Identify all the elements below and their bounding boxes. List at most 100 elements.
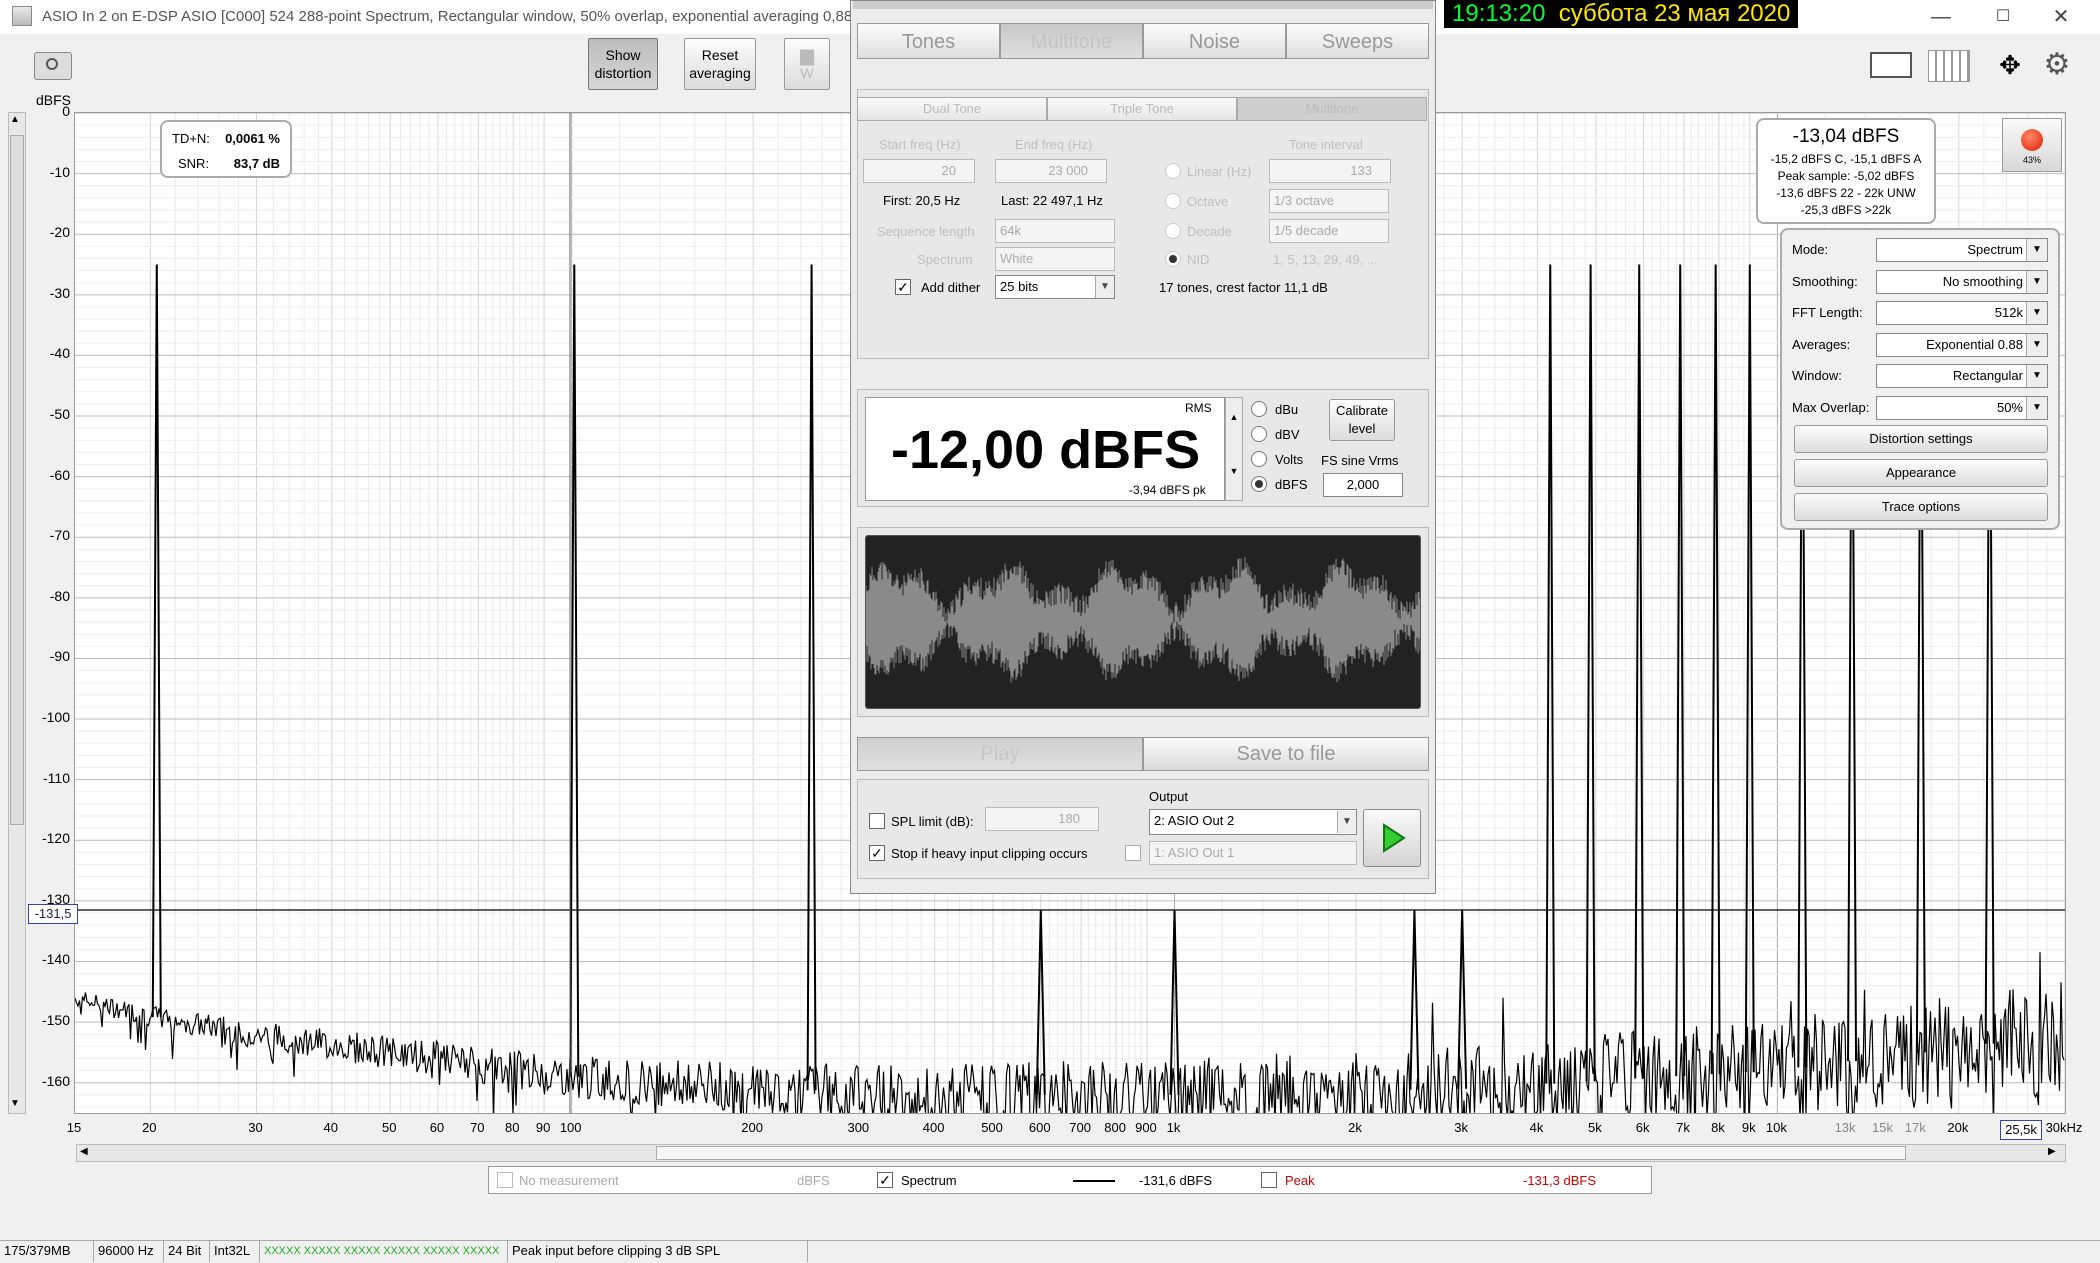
tones-info: 17 tones, crest factor 11,1 dB [1159,280,1328,295]
start-freq-input[interactable]: 20 [863,159,975,183]
octave-select[interactable]: 1/3 octave [1269,189,1389,213]
nid-radio[interactable] [1165,251,1181,267]
scroll-right-icon[interactable]: ▶ [2048,1146,2056,1157]
level-spinner[interactable]: ▲ ▼ [1225,397,1243,501]
tab-noise[interactable]: Noise [1143,23,1286,59]
peak-label: Peak [1285,1173,1315,1188]
distortion-settings-button[interactable]: Distortion settings [1794,425,2048,453]
tab-multitone[interactable]: Multitone [1000,23,1143,59]
end-freq-input[interactable]: 23 000 [995,159,1107,183]
show-distortion-button[interactable]: Show distortion [588,38,658,90]
scroll-left-icon[interactable]: ◀ [80,1146,88,1157]
record-button[interactable]: 43% [2002,118,2062,172]
scroll-down-icon[interactable]: ▼ [10,1098,20,1109]
wave-button-label: W [800,65,814,81]
unit-radio-dbv[interactable] [1251,426,1267,442]
x-tick-label: 5k [1588,1120,1602,1135]
control-select[interactable]: 50% [1876,395,2048,420]
x-tick-label: 30kHz [2045,1120,2083,1135]
fullscreen-icon[interactable]: ✥ [1988,48,2032,82]
unit-radio-dbu[interactable] [1251,401,1267,417]
chevron-down-icon[interactable]: ▼ [2026,396,2047,419]
subtab-dual-tone[interactable]: Dual Tone [857,97,1047,121]
x-tick-label: 90 [535,1120,551,1135]
trace-options-button[interactable]: Trace options [1794,493,2048,521]
x-tick-label: 900 [1135,1120,1157,1135]
spectrum-select[interactable]: White [995,247,1115,271]
no-measurement-label: No measurement [519,1173,619,1188]
spl-limit-checkbox[interactable] [869,813,885,829]
chevron-down-icon[interactable]: ▼ [2026,270,2047,293]
status-cell: 96000 Hz [94,1240,164,1262]
spectrum-trace [75,952,2065,1113]
control-select[interactable]: Rectangular [1876,364,2048,388]
x-tick-label: 2k [1348,1120,1362,1135]
stop-clipping-checkbox[interactable]: ✓ [869,845,885,861]
control-select[interactable]: 512k [1876,301,2048,325]
linear-radio[interactable] [1165,163,1181,179]
chevron-down-icon[interactable]: ▼ [2026,333,2047,356]
output-select[interactable]: 2: ASIO Out 2 [1149,809,1357,835]
chevron-down-icon[interactable]: ▼ [2026,365,2047,387]
snr-label: SNR: [178,156,210,171]
waveform-display [865,535,1421,709]
spl-limit-input[interactable]: 180 [985,807,1099,831]
chevron-down-icon[interactable]: ▼ [2026,302,2047,324]
decade-select[interactable]: 1/5 decade [1269,219,1389,243]
second-output-checkbox[interactable] [1125,845,1141,861]
gear-icon[interactable]: ⚙ [2040,48,2074,82]
octave-radio[interactable] [1165,193,1181,209]
columns-icon[interactable] [1928,50,1970,82]
add-dither-checkbox[interactable]: ✓ [895,279,911,295]
tone-interval-label: Tone interval [1289,137,1363,152]
window-title: ASIO In 2 on E-DSP ASIO [C000] 524 288-p… [42,8,853,25]
tdn-label: TD+N: [172,131,210,146]
fs-sine-input[interactable]: 2,000 [1323,473,1403,497]
x-tick-label: 800 [1104,1120,1126,1135]
vertical-scroll-thumb[interactable] [10,135,24,825]
save-to-file-button[interactable]: Save to file [1143,737,1429,771]
chevron-down-icon[interactable]: ▼ [1337,811,1356,833]
subtab-multitone[interactable]: Multitone [1237,97,1427,121]
wave-button[interactable]: ▆ W [784,38,830,90]
layout-icon[interactable] [1870,52,1912,78]
maximize-button[interactable]: ☐ [1978,2,2028,32]
camera-icon[interactable] [34,52,72,80]
tone-peak [1585,264,1596,1082]
spectrum-checkbox[interactable]: ✓ [877,1172,893,1188]
control-select[interactable]: Exponential 0.88 [1876,332,2048,357]
play-button[interactable]: Play [857,737,1143,771]
x-tick-label: 50 [381,1120,397,1135]
spectrum-value: -131,6 dBFS [1139,1173,1212,1188]
decade-radio[interactable] [1165,223,1181,239]
reset-averaging-button[interactable]: Reset averaging [684,38,756,90]
sequence-length-select[interactable]: 64k [995,219,1115,243]
calibrate-level-button[interactable]: Calibrate level [1329,399,1395,441]
tab-tones[interactable]: Tones [857,23,1000,59]
no-measurement-checkbox[interactable] [497,1172,513,1188]
x-tick-label: 500 [981,1120,1003,1135]
horizontal-scroll-thumb[interactable] [656,1146,1906,1160]
minimize-button[interactable]: — [1916,2,1966,32]
tone-interval-input[interactable]: 133 [1269,159,1391,183]
tab-sweeps[interactable]: Sweeps [1286,23,1429,59]
play-start-button[interactable] [1363,809,1421,867]
tdn-value: 0,0061 % [225,131,280,146]
chevron-down-icon[interactable]: ▼ [1095,276,1114,298]
subtab-triple-tone[interactable]: Triple Tone [1047,97,1237,121]
peak-checkbox[interactable] [1261,1172,1277,1188]
status-cell: XXXXX XXXXX XXXXX XXXXX XXXXX XXXXX [260,1240,508,1262]
control-select[interactable]: No smoothing [1876,269,2048,294]
second-output-select[interactable]: 1: ASIO Out 1 [1149,841,1357,865]
control-label: Max Overlap: [1792,399,1870,415]
appearance-button[interactable]: Appearance [1794,459,2048,487]
close-button[interactable]: ✕ [2036,2,2086,32]
unit-radio-volts[interactable] [1251,451,1267,467]
control-select[interactable]: Spectrum [1876,238,2048,262]
unit-label-dbu: dBu [1275,402,1299,417]
level-unweighted: -13,6 dBFS 22 - 22k UNW [1776,186,1916,200]
scroll-up-icon[interactable]: ▲ [10,114,20,125]
chevron-down-icon[interactable]: ▼ [2026,239,2047,261]
unit-radio-dbfs[interactable] [1251,476,1267,492]
fs-sine-label: FS sine Vrms [1321,453,1399,468]
